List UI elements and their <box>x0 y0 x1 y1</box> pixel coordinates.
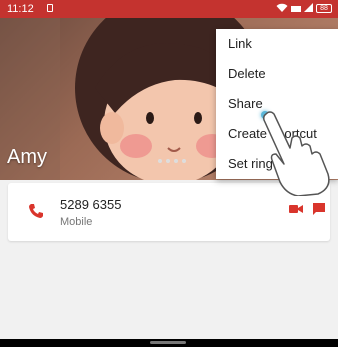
video-call-icon[interactable] <box>289 203 303 215</box>
signal-icon <box>291 6 301 12</box>
menu-item-delete[interactable]: Delete <box>216 59 338 89</box>
navigation-bar <box>0 339 338 347</box>
menu-item-create-shortcut[interactable]: Create shortcut <box>216 119 338 149</box>
lock-icon <box>47 4 53 12</box>
status-bar: 11:12 88 <box>0 0 338 18</box>
status-time: 11:12 <box>7 3 34 15</box>
signal-strength-icon <box>304 3 313 12</box>
message-icon[interactable] <box>312 202 326 215</box>
phone-icon[interactable] <box>28 203 44 219</box>
phone-card[interactable]: 5289 6355 Mobile <box>8 183 330 241</box>
touch-indicator <box>261 111 269 119</box>
menu-item-share[interactable]: Share <box>216 89 338 119</box>
overflow-menu: Link Delete Share Create shortcut Set ri… <box>216 29 338 179</box>
home-indicator[interactable] <box>150 341 186 344</box>
menu-item-set-ringtone[interactable]: Set ring <box>216 149 338 179</box>
contact-name: Amy <box>7 146 47 168</box>
menu-item-link[interactable]: Link <box>216 29 338 59</box>
status-icons: 88 <box>276 3 332 13</box>
wifi-icon <box>276 3 288 12</box>
battery-icon: 88 <box>316 3 332 13</box>
phone-number: 5289 6355 <box>60 197 122 212</box>
phone-type: Mobile <box>60 216 93 228</box>
